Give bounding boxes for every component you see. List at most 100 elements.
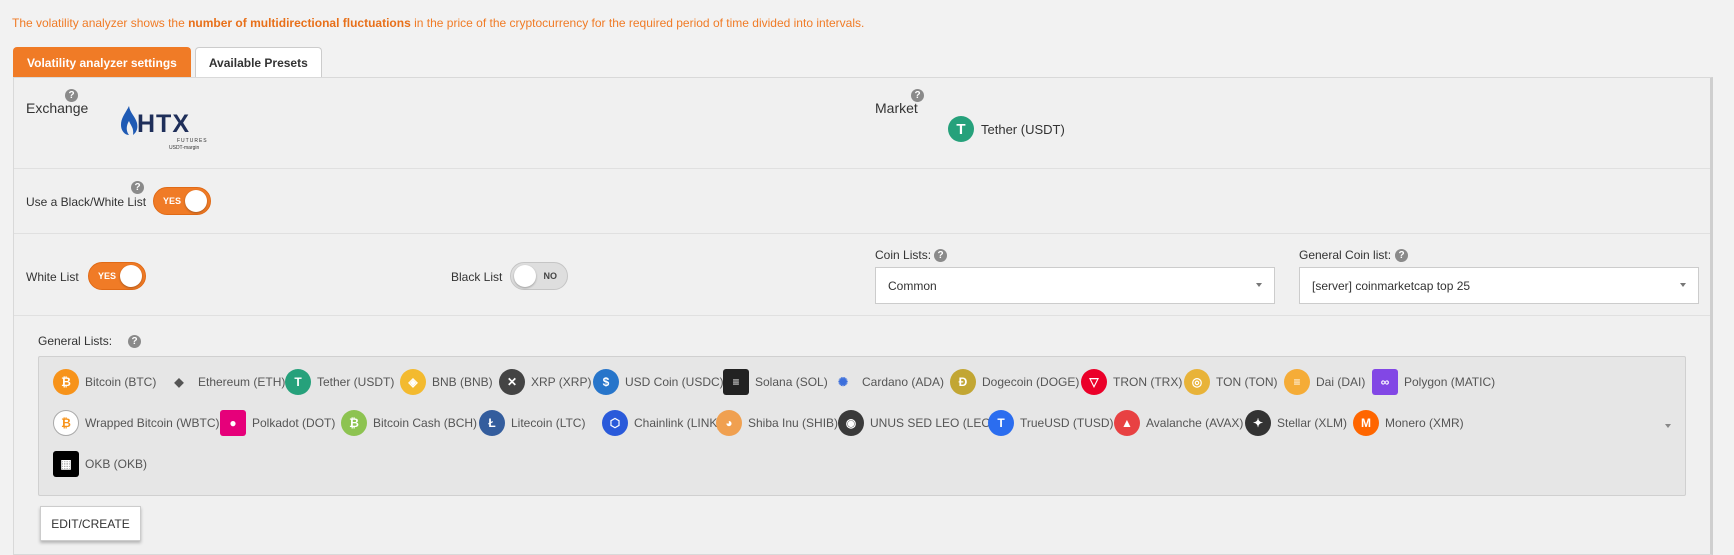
- tether-icon: T: [285, 369, 311, 395]
- htx-logo-text: HTX: [137, 110, 190, 138]
- coin-chip[interactable]: ✦ Stellar (XLM): [1245, 410, 1347, 436]
- coin-name: USD Coin (USDC): [625, 375, 724, 389]
- edit-create-button[interactable]: EDIT/CREATE: [40, 506, 141, 541]
- exchange-market-row: ? Exchange HTX FUTURES USDT-margin ? Mar…: [14, 78, 1710, 169]
- polygon-icon: ∞: [1372, 369, 1398, 395]
- coin-lists-help-icon[interactable]: ?: [934, 249, 947, 262]
- bitcoin-icon: ₿: [53, 369, 79, 395]
- htx-logo-sub1: FUTURES: [177, 138, 208, 144]
- coin-name: OKB (OKB): [85, 457, 148, 471]
- bnb-icon: ◈: [400, 369, 426, 395]
- dai-icon: ≡: [1284, 369, 1310, 395]
- coin-chip[interactable]: ● Polkadot (DOT): [220, 410, 335, 436]
- coin-name: XRP (XRP): [531, 375, 592, 389]
- dogecoin-icon: Ð: [950, 369, 976, 395]
- coin-chip[interactable]: T TrueUSD (TUSD): [988, 410, 1114, 436]
- tether-icon: T: [948, 116, 974, 142]
- black-white-toggle[interactable]: YES: [153, 187, 211, 215]
- coin-name: Wrapped Bitcoin (WBTC): [85, 416, 220, 430]
- ethereum-icon: ◆: [174, 375, 184, 389]
- usdc-icon: $: [593, 369, 619, 395]
- coin-name: Avalanche (AVAX): [1146, 416, 1244, 430]
- coin-chip[interactable]: ◎ TON (TON): [1184, 369, 1278, 395]
- coin-chip[interactable]: ✺ Cardano (ADA): [830, 369, 944, 395]
- coin-chip[interactable]: ≡ Solana (SOL): [723, 369, 828, 395]
- tab-available-presets[interactable]: Available Presets: [194, 47, 322, 77]
- toggle-knob: [120, 265, 142, 287]
- coin-name: BNB (BNB): [432, 375, 493, 389]
- coin-chip[interactable]: $ USD Coin (USDC): [593, 369, 724, 395]
- chevron-down-icon: [1680, 283, 1686, 287]
- coin-name: TRON (TRX): [1113, 375, 1183, 389]
- intro-bold: number of multidirectional fluctuations: [188, 16, 411, 30]
- coin-chip[interactable]: ◆ Ethereum (ETH): [166, 369, 285, 395]
- coin-chip[interactable]: T Tether (USDT): [285, 369, 394, 395]
- okb-icon: ▦: [53, 451, 79, 477]
- black-white-help-icon[interactable]: ?: [131, 181, 144, 194]
- coin-chip[interactable]: ₿ Bitcoin Cash (BCH): [341, 410, 477, 436]
- coin-chip[interactable]: ≡ Dai (DAI): [1284, 369, 1365, 395]
- monero-icon: M: [1353, 410, 1379, 436]
- coin-name: Bitcoin (BTC): [85, 375, 157, 389]
- coin-name: Dogecoin (DOGE): [982, 375, 1080, 389]
- black-list-toggle-text: NO: [543, 271, 558, 281]
- coin-name: Solana (SOL): [755, 375, 828, 389]
- tab-volatility-analyzer-settings[interactable]: Volatility analyzer settings: [13, 47, 191, 77]
- coin-name: UNUS SED LEO (LEO): [870, 416, 995, 430]
- coin-lists-select[interactable]: Common: [875, 267, 1275, 304]
- polkadot-icon: ●: [220, 410, 246, 436]
- toggle-knob: [514, 265, 536, 287]
- market-value[interactable]: Tether (USDT): [981, 122, 1065, 137]
- bitcoin-cash-icon: ₿: [341, 410, 367, 436]
- coin-chip[interactable]: ∞ Polygon (MATIC): [1372, 369, 1495, 395]
- coin-lists-value: Common: [888, 278, 937, 293]
- coin-name: Chainlink (LINK): [634, 416, 722, 430]
- general-coin-list-value: [server] coinmarketcap top 25: [1312, 278, 1471, 293]
- htx-logo: HTX FUTURES USDT-margin: [119, 106, 209, 156]
- chevron-down-icon[interactable]: [1665, 424, 1671, 428]
- black-white-toggle-text: YES: [163, 196, 182, 206]
- white-list-toggle-text: YES: [98, 271, 117, 281]
- coin-chip[interactable]: ✕ XRP (XRP): [499, 369, 591, 395]
- coin-chip[interactable]: ▽ TRON (TRX): [1081, 369, 1182, 395]
- general-coin-list-label: General Coin list:: [1299, 248, 1392, 262]
- exchange-label: Exchange: [26, 100, 89, 116]
- ton-icon: ◎: [1184, 369, 1210, 395]
- solana-icon: ≡: [723, 369, 749, 395]
- general-coin-list-help-icon[interactable]: ?: [1395, 249, 1408, 262]
- coin-chip[interactable]: ₿ Wrapped Bitcoin (WBTC): [53, 410, 219, 436]
- coin-chip[interactable]: Ł Litecoin (LTC): [479, 410, 585, 436]
- coin-name: Tether (USDT): [317, 375, 395, 389]
- black-list-toggle[interactable]: NO: [510, 262, 568, 290]
- coin-chip[interactable]: ◈ BNB (BNB): [400, 369, 493, 395]
- leo-icon: ◉: [838, 410, 864, 436]
- coin-lists-label: Coin Lists:: [875, 248, 932, 262]
- white-list-toggle[interactable]: YES: [88, 262, 146, 290]
- coin-name: Dai (DAI): [1316, 375, 1366, 389]
- coin-chip[interactable]: ▦ OKB (OKB): [53, 451, 147, 477]
- general-lists-help-icon[interactable]: ?: [128, 335, 141, 348]
- coin-name: Litecoin (LTC): [511, 416, 586, 430]
- wrapped-bitcoin-icon: ₿: [53, 410, 79, 436]
- coin-chip[interactable]: Ð Dogecoin (DOGE): [950, 369, 1079, 395]
- settings-panel: ? Exchange HTX FUTURES USDT-margin ? Mar…: [13, 77, 1713, 555]
- stellar-icon: ✦: [1245, 410, 1271, 436]
- coin-name: Polygon (MATIC): [1404, 375, 1496, 389]
- coin-chip[interactable]: ◕ Shiba Inu (SHIB): [716, 410, 838, 436]
- coin-chip[interactable]: ⬡ Chainlink (LINK): [602, 410, 721, 436]
- general-coin-list-select[interactable]: [server] coinmarketcap top 25: [1299, 267, 1699, 304]
- coin-name: TON (TON): [1216, 375, 1278, 389]
- coin-chip[interactable]: ◉ UNUS SED LEO (LEO): [838, 410, 995, 436]
- chainlink-icon: ⬡: [602, 410, 628, 436]
- coin-chip[interactable]: ₿ Bitcoin (BTC): [53, 369, 156, 395]
- coin-name: Ethereum (ETH): [198, 375, 286, 389]
- coin-chip[interactable]: M Monero (XMR): [1353, 410, 1464, 436]
- coin-name: Cardano (ADA): [862, 375, 945, 389]
- black-white-label: Use a Black/White List: [26, 195, 147, 209]
- litecoin-icon: Ł: [479, 410, 505, 436]
- htx-logo-sub2: USDT-margin: [169, 145, 200, 151]
- xrp-icon: ✕: [499, 369, 525, 395]
- black-list-label: Black List: [451, 270, 503, 284]
- general-lists-coins[interactable]: ₿ Bitcoin (BTC) ◆ Ethereum (ETH) T Tether (US…: [38, 356, 1686, 496]
- coin-chip[interactable]: ▲ Avalanche (AVAX): [1114, 410, 1243, 436]
